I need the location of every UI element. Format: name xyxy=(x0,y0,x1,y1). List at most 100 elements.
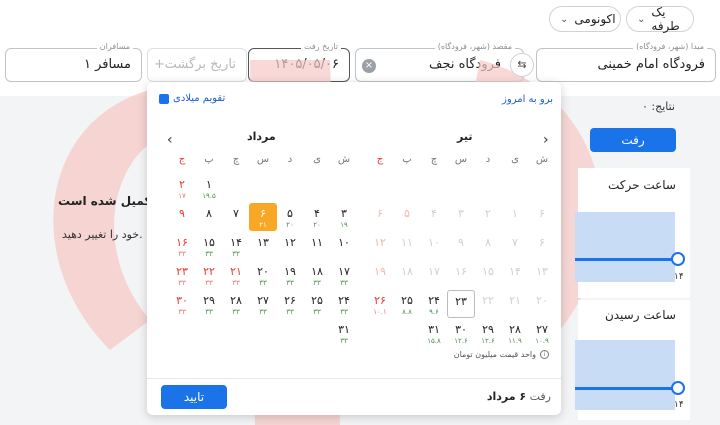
calendar-day[interactable]: ۱۶ ۳۳ xyxy=(168,232,196,260)
calendar-day: ۱۶ xyxy=(447,261,475,289)
day-price: ۳۳ xyxy=(232,279,240,287)
swap-icon[interactable]: ⇆ xyxy=(510,53,534,77)
calendar-day[interactable]: ۷ xyxy=(222,203,250,231)
calendar-day[interactable]: ۳۱ ۳۳ xyxy=(330,319,358,347)
outbound-tab-button[interactable]: رفت xyxy=(590,128,676,152)
calendar-day xyxy=(366,174,394,202)
arrival-range-line xyxy=(575,387,678,390)
calendar-day[interactable]: ۱۴ ۳۳ xyxy=(222,232,250,260)
day-number xyxy=(249,319,277,323)
calendar-day[interactable]: ۲۶ ۳۳ xyxy=(276,290,304,318)
trip-type-select[interactable]: ⌄ یک طرفه xyxy=(626,5,694,33)
calendar-day[interactable]: ۲۷ ۳۳ xyxy=(249,290,277,318)
day-price: ۳۳ xyxy=(178,250,186,258)
calendar-day: ۱۵ xyxy=(474,261,502,289)
calendar-day[interactable]: ۲۵ ۸.۸ xyxy=(393,290,421,318)
calendar-day[interactable]: ۱۵ ۳۳ xyxy=(195,232,223,260)
calendar-day[interactable]: ۱۸ ۳۳ xyxy=(303,261,331,289)
calendar-day: ۱۰ xyxy=(420,232,448,260)
calendar-day[interactable]: ۱ ۱۹.۵ xyxy=(195,174,223,202)
day-number: ۵ xyxy=(404,207,410,220)
day-number xyxy=(249,174,277,178)
day-number xyxy=(366,174,394,178)
calendar-day[interactable]: ۳۰ ۳۳ xyxy=(168,290,196,318)
day-number: ۷ xyxy=(233,207,239,220)
calendar-day: ۶ xyxy=(528,232,556,260)
gregorian-toggle[interactable]: تقویم میلادی xyxy=(159,93,225,104)
calendar-day[interactable]: ۲۳ xyxy=(447,290,475,318)
prev-month-arrow[interactable]: › xyxy=(543,132,549,148)
calendar-day[interactable]: ۳ ۱۹ xyxy=(330,203,358,231)
day-price: ۱۹ xyxy=(340,221,348,229)
calendar-day[interactable]: ۴ ۲۰ xyxy=(303,203,331,231)
day-price: ۳۳ xyxy=(286,279,294,287)
calendar-day: ۲۱ xyxy=(501,290,529,318)
confirm-button[interactable]: تایید xyxy=(161,385,227,409)
day-number: ۲۸ xyxy=(509,323,521,336)
arrival-slider-knob[interactable] xyxy=(671,381,685,395)
calendar-day[interactable]: ۲۹ ۱۲.۶ xyxy=(474,319,502,347)
calendar-day[interactable]: ۲۱ ۳۳ xyxy=(222,261,250,289)
day-number xyxy=(447,174,475,178)
calendar-day[interactable]: ۲۸ ۱۱.۹ xyxy=(501,319,529,347)
day-price: ۳۳ xyxy=(259,279,267,287)
calendar-day[interactable]: ۲۷ ۱۰.۹ xyxy=(528,319,556,347)
day-number: ۳۰ xyxy=(455,323,467,336)
weekday-header: ی xyxy=(313,154,321,165)
calendar-day[interactable]: ۲۴ ۹.۶ xyxy=(420,290,448,318)
calendar-day[interactable]: ۱۱ xyxy=(303,232,331,260)
calendar-day[interactable]: ۶ ۲۱ xyxy=(249,203,277,231)
day-number: ۲۸ xyxy=(230,294,242,307)
day-price: ۱۰.۱ xyxy=(373,308,387,316)
day-number: ۲۱ xyxy=(509,294,521,307)
calendar-day[interactable]: ۲۲ ۳۳ xyxy=(195,261,223,289)
cabin-class-select[interactable]: ⌄ اکونومی xyxy=(549,6,621,32)
calendar-day: ۱۳ xyxy=(528,261,556,289)
day-number xyxy=(195,319,223,323)
calendar-day[interactable]: ۲۰ ۳۳ xyxy=(249,261,277,289)
day-price: ۱۲.۶ xyxy=(481,337,495,345)
calendar-day[interactable]: ۱۳ xyxy=(249,232,277,260)
calendar-day[interactable]: ۲۶ ۱۰.۱ xyxy=(366,290,394,318)
day-number: ۱۲ xyxy=(284,236,296,249)
calendar-day xyxy=(249,319,277,347)
departure-slider-knob[interactable] xyxy=(671,252,685,266)
goto-today-link[interactable]: برو به امروز xyxy=(502,94,553,105)
calendar-day: ۱۱ xyxy=(393,232,421,260)
calendar-day[interactable]: ۵ ۲۰ xyxy=(276,203,304,231)
weekday-header: س xyxy=(256,154,270,165)
info-icon: i xyxy=(540,350,549,359)
calendar-day[interactable]: ۲۳ ۳۳ xyxy=(168,261,196,289)
day-number: ۶ xyxy=(539,207,545,220)
calendar-day[interactable]: ۲۵ ۳۳ xyxy=(303,290,331,318)
day-number: ۲۴ xyxy=(428,294,440,307)
calendar-day[interactable]: ۳۰ ۱۲.۶ xyxy=(447,319,475,347)
departure-time-title: ساعت حرکت xyxy=(607,178,676,192)
month-title-right: تیر xyxy=(457,130,473,143)
footer-divider xyxy=(147,378,561,379)
weekday-header: ی xyxy=(511,154,519,165)
calendar-day[interactable]: ۱۹ ۳۳ xyxy=(276,261,304,289)
calendar-day xyxy=(222,174,250,202)
calendar-day[interactable]: ۲۹ ۳۳ xyxy=(195,290,223,318)
calendar-day[interactable]: ۲۸ ۳۳ xyxy=(222,290,250,318)
calendar-day[interactable]: ۱۷ ۳۳ xyxy=(330,261,358,289)
calendar-day: ۲۲ xyxy=(474,290,502,318)
calendar-day[interactable]: ۱۲ xyxy=(276,232,304,260)
day-price: ۸.۸ xyxy=(402,308,412,316)
calendar-day[interactable]: ۸ xyxy=(195,203,223,231)
arrival-slider-max: ۱۴ xyxy=(674,400,684,410)
day-number: ۹ xyxy=(458,236,464,249)
day-price: ۱۲.۶ xyxy=(454,337,468,345)
day-number xyxy=(366,319,394,323)
calendar-day[interactable]: ۱۰ xyxy=(330,232,358,260)
calendar-day[interactable]: ۹ xyxy=(168,203,196,231)
day-number: ۳ xyxy=(341,207,347,220)
calendar-day[interactable]: ۲ ۱۷ xyxy=(168,174,196,202)
day-number: ۶ xyxy=(260,207,266,220)
calendar-day[interactable]: ۳۱ ۱۵.۸ xyxy=(420,319,448,347)
next-month-arrow[interactable]: ‹ xyxy=(167,132,173,148)
calendar-day[interactable]: ۲۴ ۳۳ xyxy=(330,290,358,318)
day-number: ۹ xyxy=(179,207,185,220)
calendar-day: ۳ xyxy=(447,203,475,231)
